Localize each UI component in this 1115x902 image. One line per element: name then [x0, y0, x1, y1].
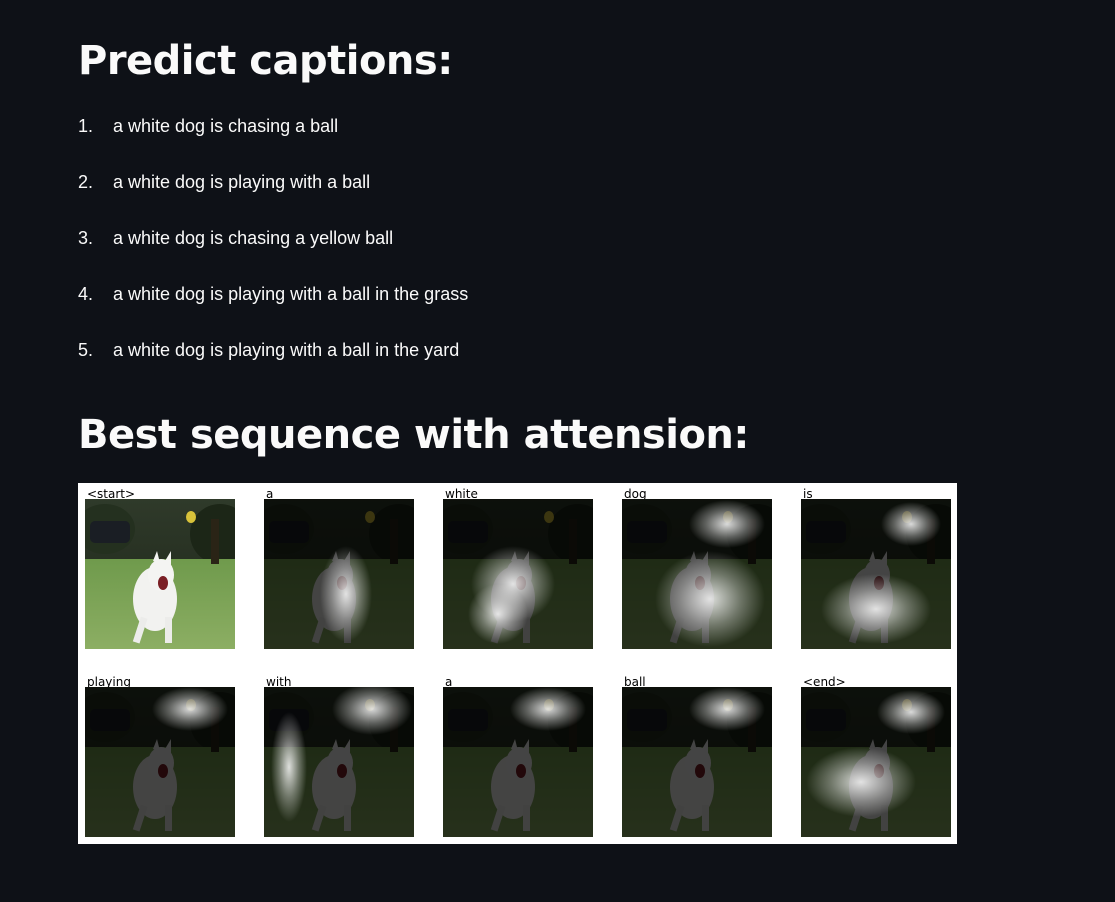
attention-cell: a [264, 483, 414, 653]
caption-item: 1. a white dog is chasing a ball [78, 116, 468, 172]
attention-map-image [264, 499, 414, 649]
attention-figure: <start> a white dog is playing with a ball <end> [78, 483, 957, 844]
dog-leg [165, 617, 172, 643]
caption-item: 5. a white dog is playing with a ball in … [78, 340, 468, 396]
attention-highlight [806, 747, 916, 817]
attention-highlight [689, 687, 765, 731]
caption-text: a white dog is chasing a ball [113, 116, 339, 136]
caption-list: 1. a white dog is chasing a ball 2. a whit… [78, 116, 468, 396]
attention-cell: <start> [85, 483, 235, 653]
attention-highlight [510, 687, 586, 731]
attention-cell: a [443, 671, 593, 841]
yellow-ball [186, 511, 196, 523]
attention-highlight [689, 500, 765, 548]
attention-cell: white [443, 483, 593, 653]
caption-text: a white dog is playing with a ball [113, 172, 371, 192]
caption-number: 5. [78, 340, 94, 360]
attention-map-image [622, 499, 772, 649]
attention-highlight [877, 690, 945, 734]
attention-cell: playing [85, 671, 235, 841]
attention-map-image [622, 687, 772, 837]
caption-text: a white dog is playing with a ball in th… [113, 284, 469, 304]
dog-mouth [158, 576, 168, 590]
attention-highlight [655, 551, 765, 647]
caption-text: a white dog is playing with a ball in th… [113, 340, 460, 360]
attention-heading: Best sequence with attension: [78, 412, 749, 458]
attention-map-image [443, 499, 593, 649]
caption-number: 1. [78, 116, 94, 136]
attention-highlight [271, 712, 307, 822]
attention-map-image [443, 687, 593, 837]
attention-cell: <end> [801, 671, 951, 841]
caption-number: 3. [78, 228, 94, 248]
attention-cell: with [264, 671, 414, 841]
attention-map-image [85, 687, 235, 837]
attention-map-image [85, 499, 235, 649]
predict-captions-heading: Predict captions: [78, 38, 453, 84]
caption-item: 3. a white dog is chasing a yellow ball [78, 228, 468, 284]
attention-cell: ball [622, 671, 772, 841]
caption-number: 4. [78, 284, 94, 304]
attention-highlight [320, 546, 372, 642]
caption-item: 4. a white dog is playing with a ball in … [78, 284, 468, 340]
caption-item: 2. a white dog is playing with a ball [78, 172, 468, 228]
attention-cell: dog [622, 483, 772, 653]
caption-text: a white dog is chasing a yellow ball [113, 228, 394, 248]
attention-map-image [801, 687, 951, 837]
attention-map-image [264, 687, 414, 837]
attention-cell: is [801, 483, 951, 653]
attention-highlight [821, 574, 931, 644]
caption-number: 2. [78, 172, 94, 192]
attention-highlight [152, 687, 228, 731]
attention-map-image [801, 499, 951, 649]
tree-trunk [211, 519, 219, 564]
attention-highlight [881, 502, 941, 546]
attention-highlight [468, 584, 528, 644]
car-shape [90, 521, 130, 543]
